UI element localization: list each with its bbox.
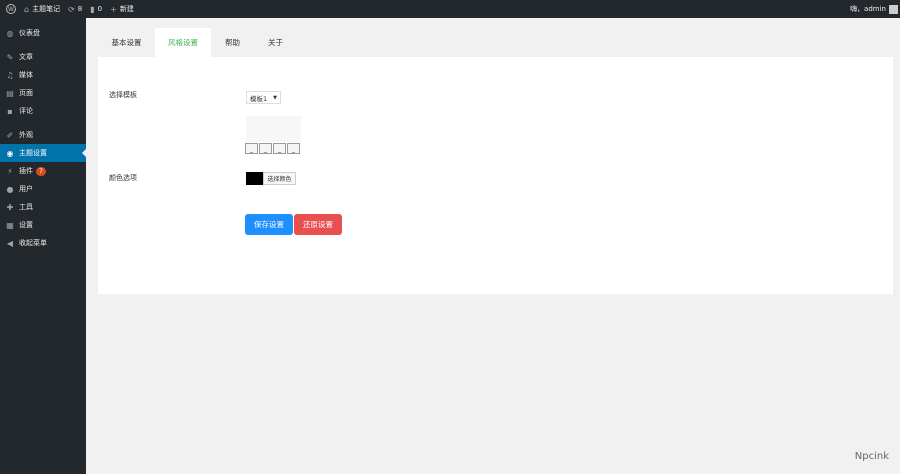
refresh-icon: ⟳ [68, 4, 75, 14]
sidebar-item-pages[interactable]: ▤ 页面 [0, 84, 86, 102]
plugins-update-badge: 7 [36, 166, 46, 176]
sidebar-item-label: 工具 [19, 203, 33, 211]
greeting-text: 嗨，admin [850, 5, 886, 13]
sidebar-item-label: 文章 [19, 53, 33, 61]
sidebar-item-label: 收起菜单 [19, 239, 47, 247]
new-content-link[interactable]: + 新建 [106, 0, 138, 18]
template-option-button[interactable]: _ [245, 143, 258, 154]
sidebar-item-settings[interactable]: ▦ 设置 [0, 216, 86, 234]
sidebar-item-comments[interactable]: ▪ 评论 [0, 102, 86, 120]
sidebar-item-label: 评论 [19, 107, 33, 115]
site-name-label: 主题笔记 [32, 5, 61, 13]
tab-label: 帮助 [225, 38, 240, 47]
sidebar-item-label: 设置 [19, 221, 33, 229]
tab-style-settings[interactable]: 风格设置 [155, 28, 211, 57]
comments-link[interactable]: ▮ 0 [86, 0, 106, 18]
collapse-menu-button[interactable]: ◀ 收起菜单 [0, 234, 86, 252]
globe-icon: ◉ [6, 148, 14, 158]
chevron-down-icon: ▼ [273, 94, 277, 101]
template-option-button[interactable]: _ [259, 143, 272, 154]
settings-icon: ▦ [6, 220, 14, 230]
select-color-button[interactable]: 选择颜色 [263, 172, 296, 185]
template-label: 选择模板 [109, 91, 137, 99]
settings-tabs: 基本设置 风格设置 帮助 关于 [98, 28, 297, 57]
sidebar-item-media[interactable]: ♫ 媒体 [0, 66, 86, 84]
color-label: 颜色选项 [109, 174, 137, 182]
sidebar-item-users[interactable]: ● 用户 [0, 180, 86, 198]
tab-label: 基本设置 [111, 38, 142, 47]
comment-bubble-icon: ▮ [90, 4, 95, 14]
admin-sidebar: ◍ 仪表盘 ✎ 文章 ♫ 媒体 ▤ 页面 ▪ 评论 ✐ 外观 ◉ 主题设置 ⚡ … [0, 18, 86, 474]
template-preview [246, 116, 301, 142]
plugin-icon: ⚡ [7, 166, 13, 176]
template-option-button[interactable]: _ [273, 143, 286, 154]
pin-icon: ✎ [6, 52, 14, 62]
collapse-icon: ◀ [6, 238, 14, 248]
tab-help[interactable]: 帮助 [211, 28, 254, 57]
watermark: Npcink [854, 451, 889, 462]
reset-settings-button[interactable]: 还原设置 [294, 214, 342, 235]
sidebar-item-label: 媒体 [19, 71, 33, 79]
new-label: 新建 [119, 5, 134, 13]
tab-basic-settings[interactable]: 基本设置 [98, 28, 155, 57]
wordpress-logo-icon: W [6, 4, 16, 14]
home-icon: ⌂ [24, 4, 30, 14]
tab-about[interactable]: 关于 [254, 28, 297, 57]
page-icon: ▤ [6, 88, 14, 98]
sidebar-item-label: 插件 [19, 167, 33, 175]
user-icon: ● [6, 184, 14, 194]
template-select-value: 模板1 [250, 94, 268, 103]
color-swatch[interactable] [246, 172, 263, 185]
comments-count: 0 [97, 5, 103, 13]
updates-count: 8 [77, 5, 83, 13]
sidebar-item-theme-settings[interactable]: ◉ 主题设置 [0, 144, 86, 162]
sidebar-item-dashboard[interactable]: ◍ 仪表盘 [0, 24, 86, 42]
sidebar-item-posts[interactable]: ✎ 文章 [0, 48, 86, 66]
template-button-group: _ _ _ _ [245, 143, 300, 154]
sidebar-item-tools[interactable]: ✚ 工具 [0, 198, 86, 216]
sidebar-item-label: 主题设置 [19, 149, 47, 157]
sidebar-item-label: 仪表盘 [19, 29, 40, 37]
dashboard-icon: ◍ [6, 28, 14, 38]
sidebar-item-appearance[interactable]: ✐ 外观 [0, 126, 86, 144]
tab-label: 风格设置 [168, 38, 198, 47]
brush-icon: ✐ [6, 130, 14, 140]
sidebar-item-label: 用户 [19, 185, 33, 193]
sidebar-item-plugins[interactable]: ⚡ 插件 7 [0, 162, 86, 180]
account-menu[interactable]: 嗨，admin [846, 0, 900, 18]
sidebar-item-label: 外观 [19, 131, 33, 139]
sidebar-item-label: 页面 [19, 89, 33, 97]
plus-icon: + [110, 4, 117, 14]
template-select[interactable]: 模板1 ▼ [246, 91, 281, 104]
tab-label: 关于 [268, 38, 283, 47]
save-settings-button[interactable]: 保存设置 [245, 214, 293, 235]
avatar [889, 4, 898, 14]
updates-link[interactable]: ⟳ 8 [64, 0, 86, 18]
site-name-link[interactable]: ⌂ 主题笔记 [20, 0, 64, 18]
admin-bar: W ⌂ 主题笔记 ⟳ 8 ▮ 0 + 新建 嗨，admin [0, 0, 900, 18]
wrench-icon: ✚ [6, 202, 14, 212]
wordpress-logo-button[interactable]: W [0, 0, 20, 18]
settings-panel: 选择模板 模板1 ▼ _ _ _ _ 颜色选项 选择颜色 保存设置 还原设置 [98, 57, 893, 294]
comment-icon: ▪ [7, 106, 13, 116]
media-icon: ♫ [6, 70, 14, 80]
template-option-button[interactable]: _ [287, 143, 300, 154]
